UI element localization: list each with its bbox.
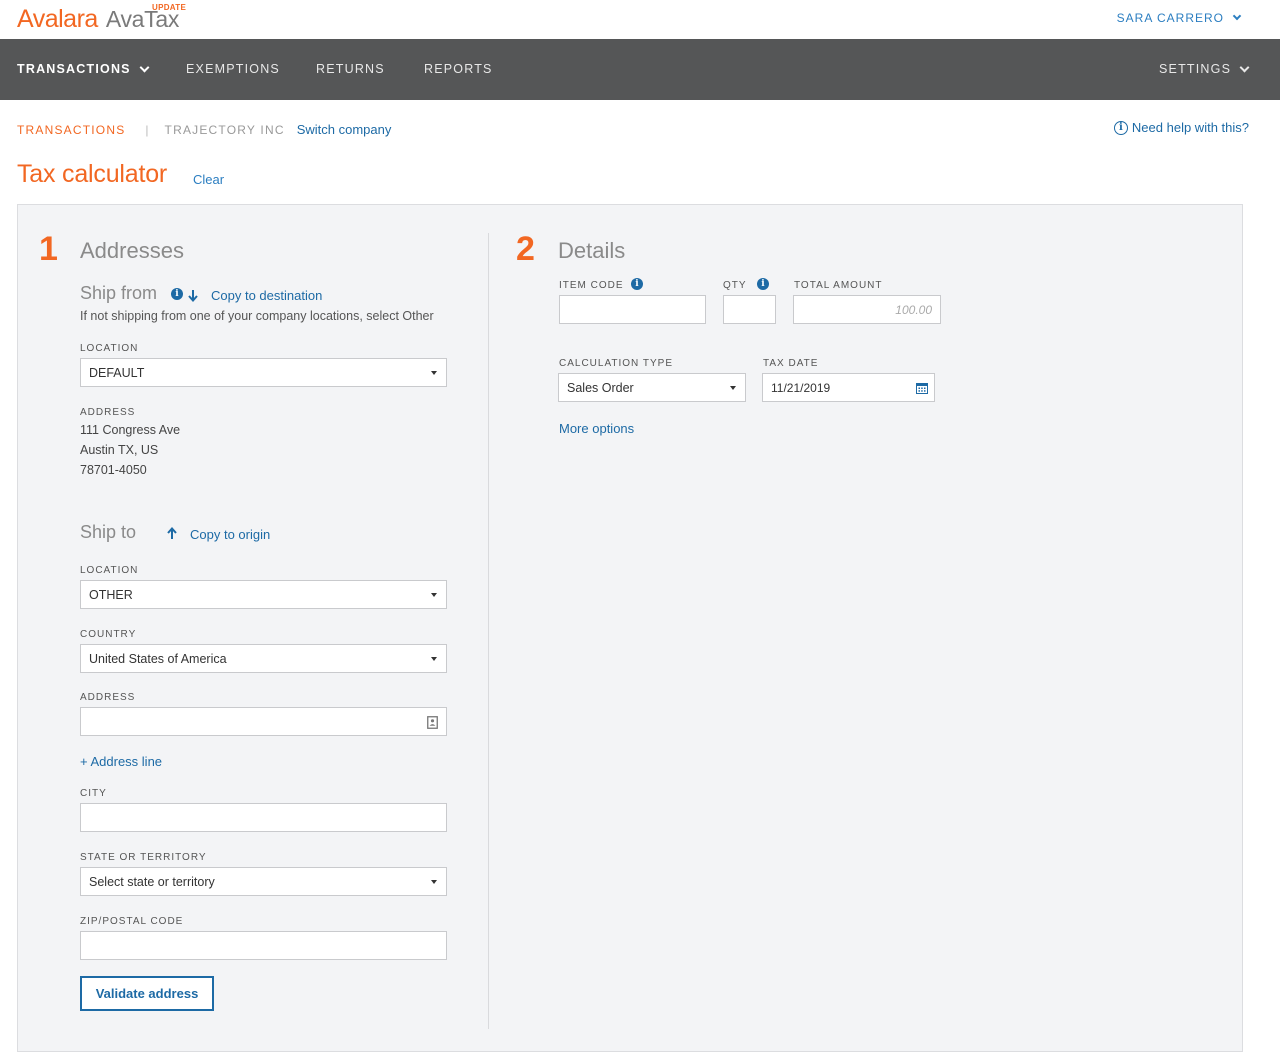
caret-down-icon bbox=[730, 386, 736, 390]
copy-to-origin-link[interactable]: Copy to origin bbox=[190, 527, 270, 542]
ship-from-note: If not shipping from one of your company… bbox=[80, 309, 434, 323]
zip-input[interactable] bbox=[80, 931, 447, 960]
validate-address-button[interactable]: Validate address bbox=[80, 976, 214, 1011]
arrow-up-icon[interactable] bbox=[167, 527, 177, 539]
qty-field[interactable] bbox=[732, 296, 775, 323]
city-input[interactable] bbox=[80, 803, 447, 832]
ship-to-location-value: OTHER bbox=[89, 587, 133, 602]
nav-transactions-label: TRANSACTIONS bbox=[17, 62, 131, 76]
ship-to-heading: Ship to bbox=[80, 522, 137, 542]
details-heading: Details bbox=[558, 238, 626, 263]
tax-date-value: 11/21/2019 bbox=[771, 380, 831, 395]
column-divider bbox=[488, 233, 489, 1029]
breadcrumb-separator: | bbox=[145, 122, 149, 137]
ship-to-address-field[interactable] bbox=[89, 708, 446, 735]
chevron-down-icon bbox=[1232, 11, 1242, 21]
nav-exemptions-label: EXEMPTIONS bbox=[186, 62, 280, 76]
item-code-label: ITEM CODE bbox=[559, 280, 624, 291]
breadcrumb-transactions[interactable]: TRANSACTIONS bbox=[17, 123, 125, 137]
city-label: CITY bbox=[80, 788, 107, 799]
calculation-type-select[interactable]: Sales Order bbox=[558, 373, 746, 402]
help-circle-icon: i bbox=[1113, 120, 1128, 135]
qty-label: QTY bbox=[723, 280, 747, 291]
total-amount-field[interactable] bbox=[802, 296, 940, 323]
calendar-icon[interactable] bbox=[916, 382, 928, 394]
nav-settings[interactable]: SETTINGS bbox=[1159, 39, 1250, 100]
chevron-down-icon bbox=[139, 62, 150, 73]
tax-date-input[interactable]: 11/21/2019 bbox=[762, 373, 935, 402]
add-address-line-link[interactable]: + Address line bbox=[80, 754, 162, 769]
copy-to-destination-link[interactable]: Copy to destination bbox=[211, 288, 322, 303]
ship-to-location-select[interactable]: OTHER bbox=[80, 580, 447, 609]
info-icon[interactable]: i bbox=[171, 288, 183, 300]
chevron-down-icon bbox=[1239, 62, 1250, 73]
calculation-type-label: CALCULATION TYPE bbox=[559, 358, 673, 369]
info-icon[interactable]: i bbox=[631, 278, 643, 290]
qty-input[interactable] bbox=[723, 295, 776, 324]
city-field[interactable] bbox=[89, 804, 446, 831]
ship-to-location-label: LOCATION bbox=[80, 565, 139, 576]
item-code-field[interactable] bbox=[568, 296, 705, 323]
total-amount-input[interactable] bbox=[793, 295, 941, 324]
ship-from-address-label: ADDRESS bbox=[80, 407, 136, 418]
main-nav: TRANSACTIONS EXEMPTIONS RETURNS REPORTS … bbox=[0, 39, 1280, 100]
calculation-type-value: Sales Order bbox=[567, 380, 634, 395]
country-value: United States of America bbox=[89, 651, 227, 666]
state-value: Select state or territory bbox=[89, 874, 215, 889]
breadcrumb: TRANSACTIONS | TRAJECTORY INC Switch com… bbox=[17, 122, 391, 137]
country-select[interactable]: United States of America bbox=[80, 644, 447, 673]
caret-down-icon bbox=[431, 657, 437, 661]
ship-to-address-input[interactable] bbox=[80, 707, 447, 736]
item-code-input[interactable] bbox=[559, 295, 706, 324]
caret-down-icon bbox=[431, 593, 437, 597]
caret-down-icon bbox=[431, 371, 437, 375]
info-icon[interactable]: i bbox=[757, 278, 769, 290]
total-amount-label: TOTAL AMOUNT bbox=[794, 280, 883, 291]
ship-to-address-label: ADDRESS bbox=[80, 692, 136, 703]
nav-reports-label: REPORTS bbox=[424, 62, 493, 76]
tax-date-label: TAX DATE bbox=[763, 358, 819, 369]
nav-transactions[interactable]: TRANSACTIONS bbox=[17, 39, 150, 100]
update-badge: UPDATE bbox=[152, 3, 187, 12]
ship-from-location-label: LOCATION bbox=[80, 343, 139, 354]
user-name: SARA CARRERO bbox=[1116, 11, 1224, 25]
address-line-2: Austin TX, US bbox=[80, 443, 159, 457]
nav-returns[interactable]: RETURNS bbox=[316, 39, 385, 100]
ship-from-address: 111 Congress Ave Austin TX, US 78701-405… bbox=[80, 420, 180, 480]
addresses-heading: Addresses bbox=[80, 238, 184, 263]
nav-settings-label: SETTINGS bbox=[1159, 62, 1232, 76]
caret-down-icon bbox=[431, 880, 437, 884]
address-book-icon[interactable] bbox=[427, 716, 438, 729]
step-number-1: 1 bbox=[39, 230, 58, 268]
more-options-link[interactable]: More options bbox=[559, 421, 634, 436]
calculator-panel: 1 Addresses Ship from i Copy to destinat… bbox=[17, 204, 1243, 1052]
page-title: Tax calculator bbox=[17, 160, 168, 188]
country-label: COUNTRY bbox=[80, 629, 137, 640]
address-line-3: 78701-4050 bbox=[80, 463, 147, 477]
clear-link[interactable]: Clear bbox=[193, 172, 224, 187]
help-link[interactable]: i Need help with this? bbox=[1113, 120, 1249, 135]
breadcrumb-company: TRAJECTORY INC bbox=[164, 122, 285, 137]
ship-from-location-select[interactable]: DEFAULT bbox=[80, 358, 447, 387]
top-bar: Avalara AvaTax UPDATE SARA CARRERO bbox=[0, 0, 1280, 39]
ship-from-location-value: DEFAULT bbox=[89, 365, 145, 380]
user-menu[interactable]: SARA CARRERO bbox=[1116, 11, 1242, 25]
nav-exemptions[interactable]: EXEMPTIONS bbox=[186, 39, 280, 100]
ship-from-heading: Ship from bbox=[80, 283, 158, 303]
nav-reports[interactable]: REPORTS bbox=[424, 39, 493, 100]
address-line-1: 111 Congress Ave bbox=[80, 423, 181, 437]
step-number-2: 2 bbox=[516, 230, 535, 268]
switch-company-link[interactable]: Switch company bbox=[297, 122, 392, 137]
logo-brand: Avalara bbox=[17, 5, 98, 33]
arrow-down-icon[interactable] bbox=[188, 290, 198, 302]
nav-returns-label: RETURNS bbox=[316, 62, 385, 76]
help-label: Need help with this? bbox=[1131, 120, 1249, 135]
zip-field[interactable] bbox=[89, 932, 446, 959]
state-label: STATE OR TERRITORY bbox=[80, 852, 207, 863]
state-select[interactable]: Select state or territory bbox=[80, 867, 447, 896]
zip-label: ZIP/POSTAL CODE bbox=[80, 916, 184, 927]
